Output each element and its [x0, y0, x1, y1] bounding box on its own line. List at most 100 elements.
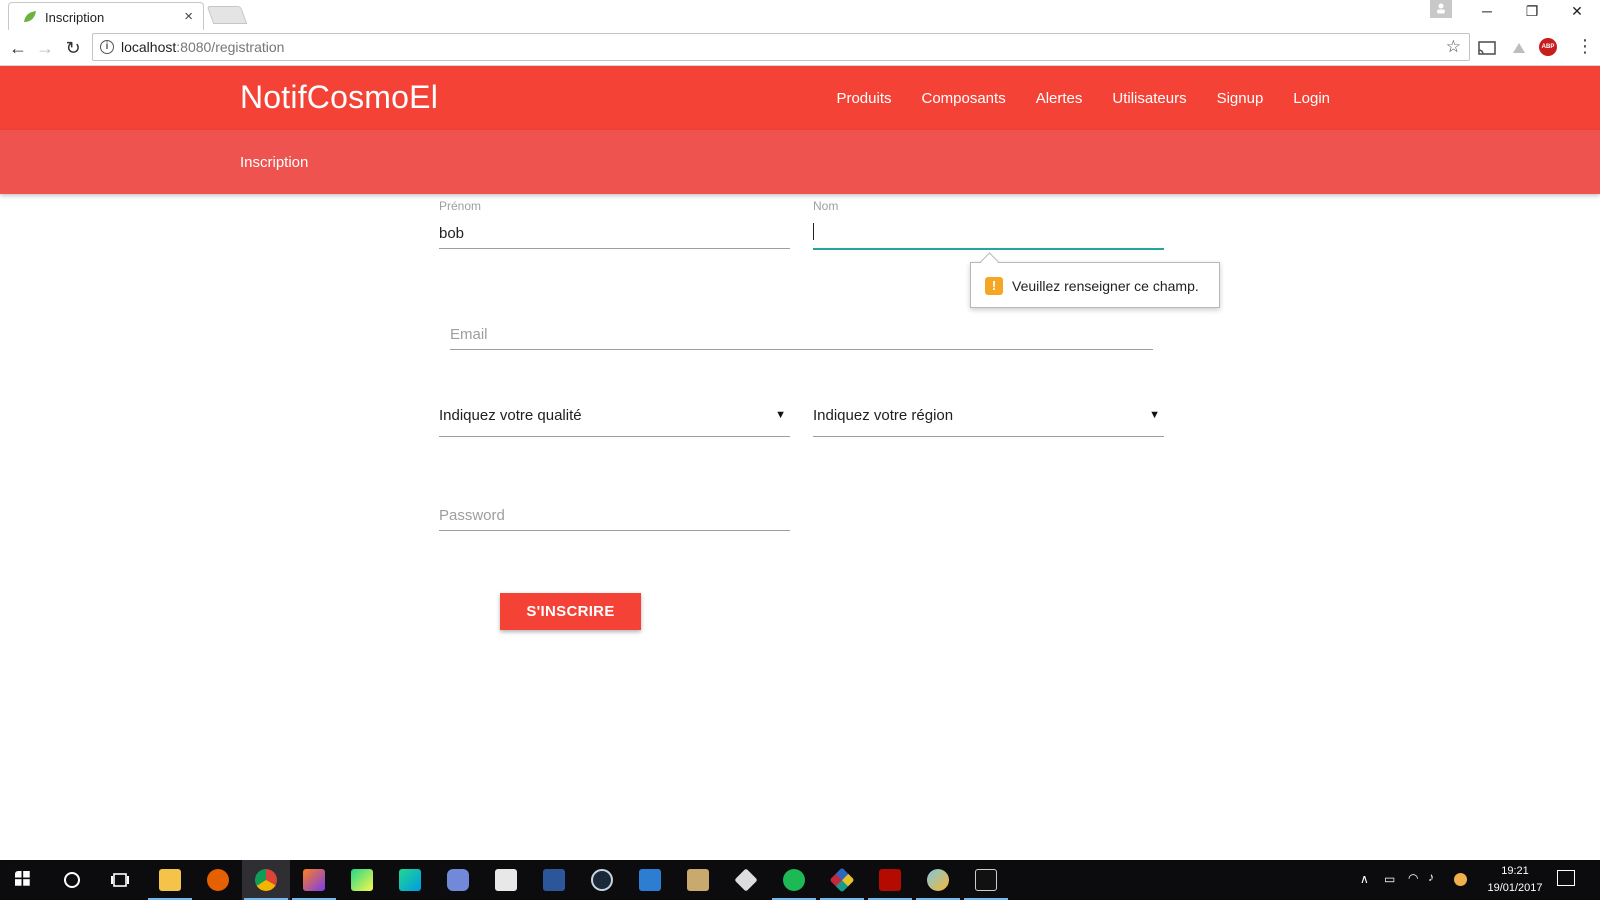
taskbar-unity[interactable] [722, 860, 770, 900]
back-arrow-icon[interactable]: ← [8, 38, 28, 58]
taskbar-discord[interactable] [434, 860, 482, 900]
taskbar-file-explorer[interactable] [146, 860, 194, 900]
task-view-button[interactable] [96, 860, 144, 900]
texstudio-icon [495, 869, 517, 891]
system-clock[interactable]: 19:21 19/01/2017 [1480, 863, 1550, 897]
paint-palette-icon [927, 869, 949, 891]
league-of-legends-icon [687, 869, 709, 891]
text-caret [813, 223, 814, 240]
taskbar-word[interactable] [530, 860, 578, 900]
spotify-icon [783, 869, 805, 891]
bookmark-star-icon[interactable]: ☆ [1446, 37, 1461, 57]
url-path: :8080/registration [176, 39, 285, 55]
region-select[interactable]: Indiquez votre région ▼ [813, 395, 1164, 437]
page-header: Inscription [0, 130, 1600, 194]
cast-icon[interactable] [1476, 37, 1498, 59]
unity-icon [734, 868, 758, 892]
folder-icon [159, 869, 181, 891]
taskbar-acrobat[interactable] [866, 860, 914, 900]
address-bar[interactable]: i localhost:8080/registration ☆ [92, 33, 1470, 61]
nav-composants[interactable]: Composants [906, 90, 1020, 107]
validation-message: Veuillez renseigner ce champ. [1012, 278, 1199, 294]
discord-icon [447, 869, 469, 891]
site-info-icon[interactable]: i [100, 40, 114, 54]
wifi-icon[interactable]: ◠ [1408, 871, 1418, 911]
taskbar-steam[interactable] [578, 860, 626, 900]
browser-toolbar: ← → ↻ i localhost:8080/registration ☆ AB… [0, 30, 1600, 66]
search-button[interactable] [48, 860, 96, 900]
nav-signup[interactable]: Signup [1202, 90, 1279, 107]
clion-icon [399, 869, 421, 891]
windows-logo-icon [15, 871, 30, 886]
windows-taskbar: ∧ ▭ ◠ ♪ 19:21 19/01/2017 [0, 860, 1600, 900]
taskbar-pycharm[interactable] [338, 860, 386, 900]
prenom-input[interactable] [439, 219, 790, 249]
adblock-plus-icon[interactable]: ABP [1539, 38, 1557, 56]
taskbar-clion[interactable] [386, 860, 434, 900]
close-window-button[interactable]: ✕ [1559, 3, 1595, 25]
word-icon [543, 869, 565, 891]
taskbar-chrome[interactable] [242, 860, 290, 900]
nav-utilisateurs[interactable]: Utilisateurs [1097, 90, 1201, 107]
weather-icon[interactable] [1454, 873, 1467, 886]
profile-icon[interactable] [1430, 0, 1452, 18]
nav-login[interactable]: Login [1278, 90, 1345, 107]
intellij-icon [303, 869, 325, 891]
password-input[interactable] [439, 501, 790, 531]
browser-menu-icon[interactable]: ⋮ [1576, 36, 1594, 57]
url-host: localhost [121, 39, 177, 55]
prenom-field-group: Prénom [439, 199, 790, 255]
validation-tooltip: ! Veuillez renseigner ce champ. [970, 262, 1220, 308]
firefox-icon [207, 869, 229, 891]
page-title: Inscription [240, 154, 309, 171]
qualite-select-value: Indiquez votre qualité [439, 407, 582, 424]
volume-icon[interactable]: ♪ [1428, 870, 1434, 910]
taskbar-paint[interactable] [914, 860, 962, 900]
taskbar-spotify[interactable] [770, 860, 818, 900]
email-field-group [450, 320, 1153, 356]
nom-field-group: Nom [813, 199, 1164, 255]
email-input[interactable] [450, 320, 1153, 350]
pycharm-icon [351, 869, 373, 891]
gitkraken-icon [829, 867, 855, 893]
tray-chevron-icon[interactable]: ∧ [1360, 872, 1369, 912]
reload-icon[interactable]: ↻ [63, 38, 83, 58]
extension-icon[interactable] [1508, 37, 1530, 59]
action-center-icon[interactable] [1557, 870, 1575, 886]
chrome-icon [255, 869, 277, 891]
tab-title: Inscription [45, 10, 105, 25]
brand-logo[interactable]: NotifCosmoEl [240, 79, 438, 116]
dropdown-arrow-icon: ▼ [1149, 409, 1160, 421]
start-button[interactable] [0, 860, 48, 900]
password-field-group [439, 501, 790, 539]
cortana-circle-icon [64, 872, 80, 888]
new-tab-button[interactable] [206, 6, 248, 24]
inscrire-button[interactable]: S'INSCRIRE [500, 593, 641, 630]
steam-icon [591, 869, 613, 891]
taskbar-terminal[interactable] [962, 860, 1010, 900]
battery-icon[interactable]: ▭ [1384, 872, 1395, 912]
browser-tab[interactable]: Inscription × [8, 2, 204, 30]
prenom-label: Prénom [439, 199, 482, 213]
tab-close-icon[interactable]: × [184, 8, 193, 25]
nom-input[interactable] [813, 219, 1164, 249]
taskbar-texstudio[interactable] [482, 860, 530, 900]
nom-label: Nom [813, 199, 839, 213]
taskbar-visual-studio[interactable] [626, 860, 674, 900]
nav-produits[interactable]: Produits [821, 90, 906, 107]
warning-icon: ! [985, 277, 1003, 295]
restore-button[interactable]: ❐ [1514, 3, 1550, 25]
nav-links: Produits Composants Alertes Utilisateurs… [821, 66, 1345, 130]
nav-alertes[interactable]: Alertes [1021, 90, 1098, 107]
minimize-button[interactable]: ─ [1469, 3, 1505, 25]
forward-arrow-icon[interactable]: → [35, 38, 55, 58]
dropdown-arrow-icon: ▼ [775, 409, 786, 421]
url-text: localhost:8080/registration [121, 39, 284, 55]
region-select-value: Indiquez votre région [813, 407, 954, 424]
task-view-icon [111, 873, 129, 887]
qualite-select[interactable]: Indiquez votre qualité ▼ [439, 395, 790, 437]
taskbar-firefox[interactable] [194, 860, 242, 900]
taskbar-intellij[interactable] [290, 860, 338, 900]
taskbar-league[interactable] [674, 860, 722, 900]
taskbar-gitkraken[interactable] [818, 860, 866, 900]
